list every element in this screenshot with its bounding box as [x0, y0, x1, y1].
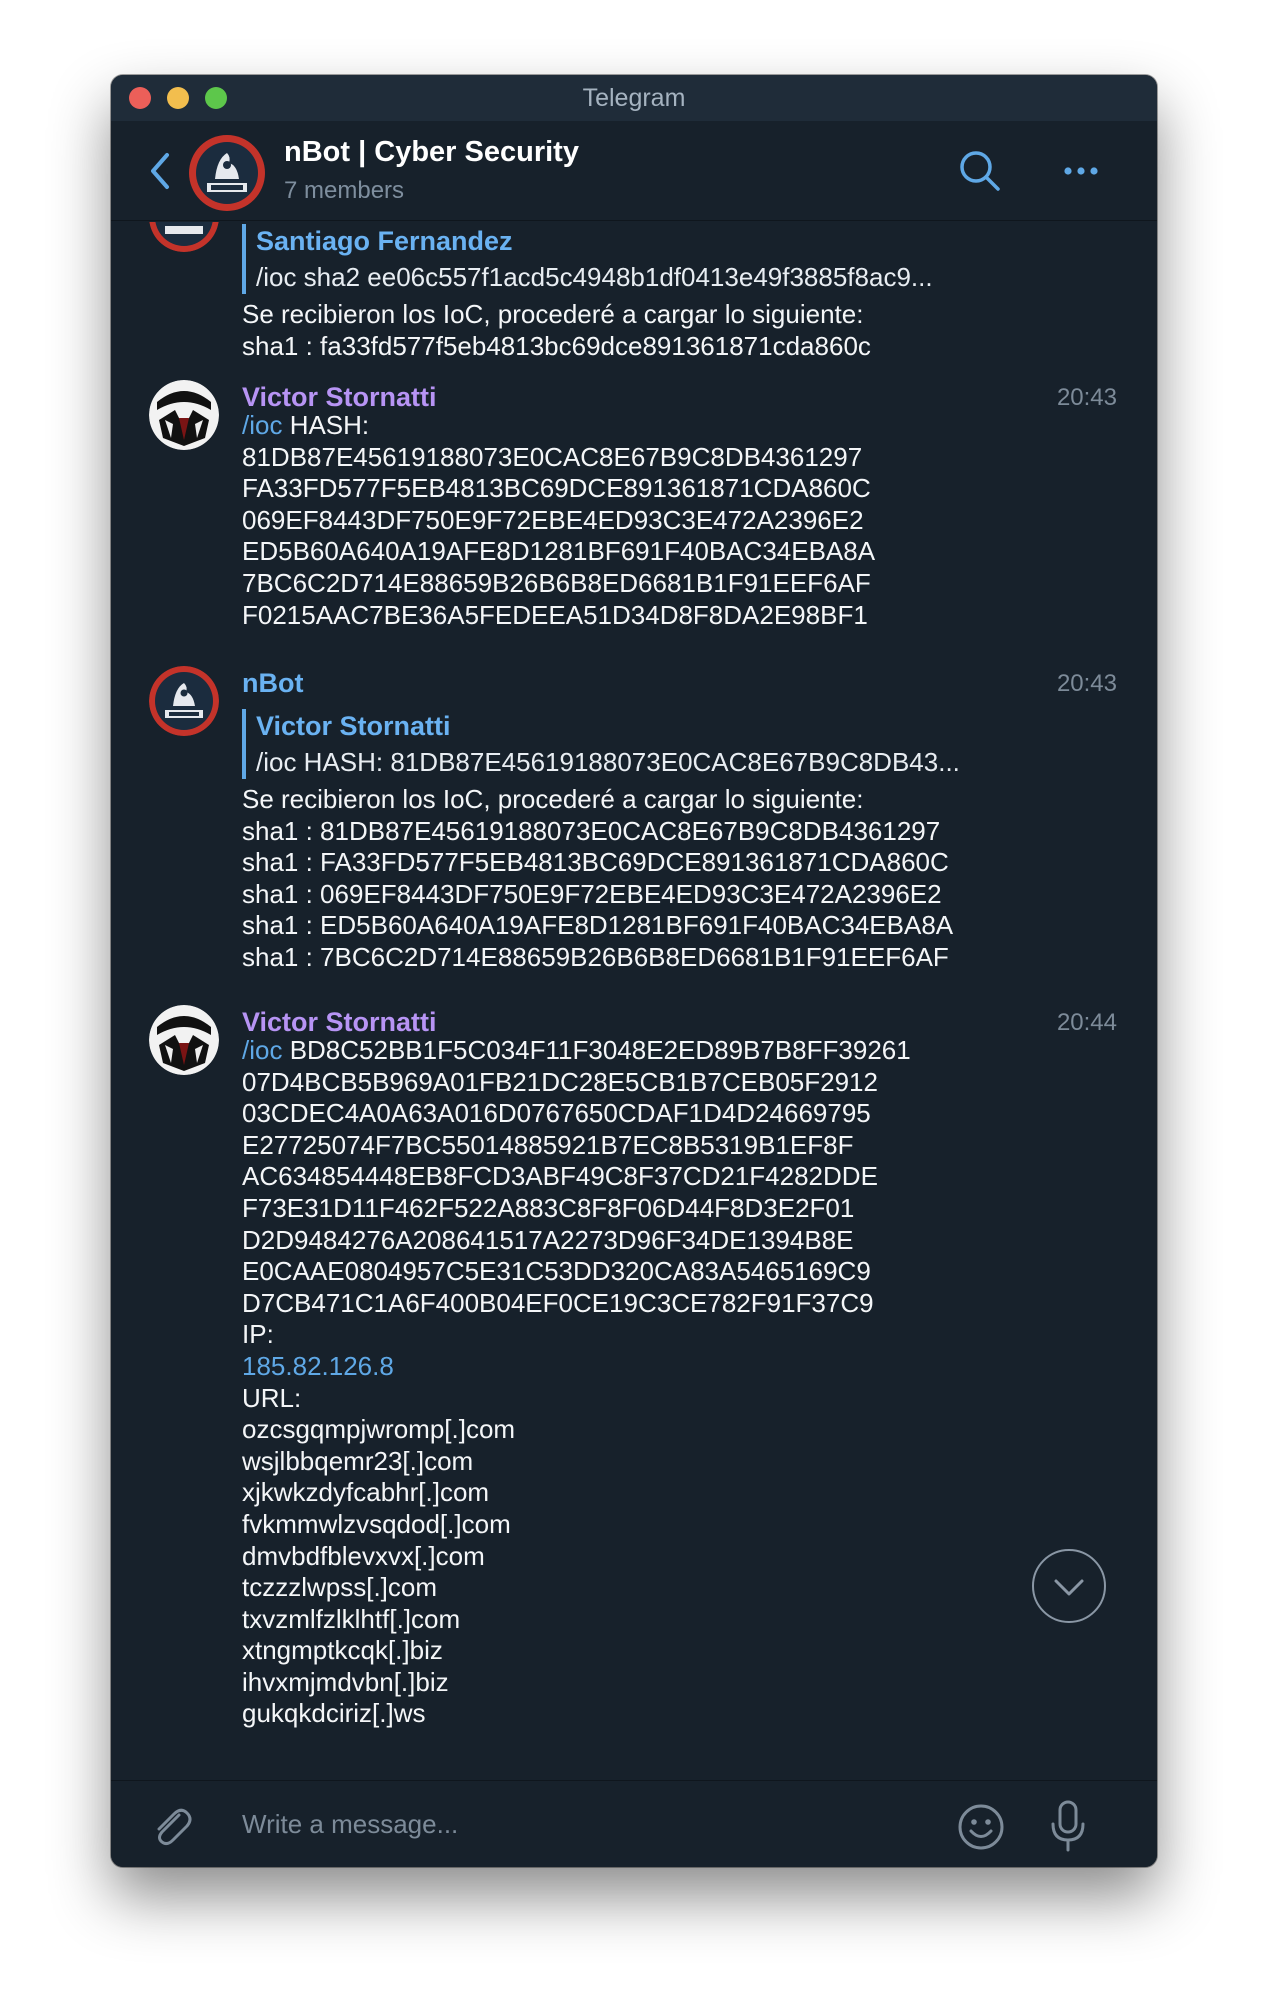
message-line: /ioc HASH:: [242, 410, 370, 440]
sender-name[interactable]: Victor Stornatti: [242, 382, 437, 413]
message-line: xjkwkzdyfcabhr[.]com: [242, 1477, 490, 1508]
message-line: sha1 : fa33fd577f5eb4813bc69dce891361871…: [242, 330, 871, 361]
message-text: /ioc HASH: 81DB87E45619188073E0CAC8E67B9…: [242, 410, 875, 631]
message-line: ihvxmjmdvbn[.]biz: [242, 1666, 449, 1697]
message-line: dmvbdfblevxvx[.]com: [242, 1540, 485, 1571]
message-input[interactable]: [242, 1799, 882, 1849]
message-line: wsjlbbqemr23[.]com: [242, 1445, 474, 1476]
message-line: gukqkdciriz[.]ws: [242, 1698, 426, 1729]
message-line: F73E31D11F462F522A883C8F8F06D44F8D3E2F01: [242, 1192, 855, 1223]
scroll-to-bottom-button[interactable]: [1032, 1549, 1106, 1623]
message-line: 07D4BCB5B969A01FB21DC28E5CB1B7CEB05F2912: [242, 1066, 878, 1097]
reply-text: /ioc sha2 ee06c557f1acd5c4948b1df0413e49…: [256, 262, 933, 292]
ip-link[interactable]: 185.82.126.8: [242, 1351, 394, 1381]
message-line: D2D9484276A208641517A2273D96F34DE1394B8E: [242, 1224, 854, 1255]
message[interactable]: Victor Stornatti 20:44 /ioc BD8C52BB1F5C…: [111, 1005, 1157, 1780]
message-line: FA33FD577F5EB4813BC69DCE891361871CDA860C: [242, 473, 871, 504]
reply-author: Victor Stornatti: [256, 711, 451, 741]
bot-command-link[interactable]: /ioc: [242, 1035, 282, 1065]
chevron-left-icon: [151, 153, 169, 189]
reply-text: /ioc HASH: 81DB87E45619188073E0CAC8E67B9…: [256, 747, 960, 777]
message[interactable]: Victor Stornatti 20:43 /ioc HASH: 81DB87…: [111, 380, 1157, 630]
reply-quote[interactable]: Santiago Fernandez /ioc sha2 ee06c557f1a…: [242, 224, 1002, 294]
voice-message-button[interactable]: [1047, 1799, 1089, 1853]
message-text: Se recibieron los IoC, procederé a carga…: [242, 784, 953, 974]
attach-button[interactable]: [147, 1801, 195, 1849]
sender-name[interactable]: Victor Stornatti: [242, 1007, 437, 1038]
message-composer: [111, 1780, 1157, 1867]
message-line: E0CAAE0804957C5E31C53DD320CA83A5465169C9: [242, 1256, 871, 1287]
message-line: Se recibieron los IoC, procederé a carga…: [242, 299, 864, 329]
emoji-button[interactable]: [956, 1802, 1006, 1852]
message-line: 81DB87E45619188073E0CAC8E67B9C8DB4361297: [242, 441, 863, 472]
message-line: sha1 : FA33FD577F5EB4813BC69DCE891361871…: [242, 847, 949, 878]
message-text: Se recibieron los IoC, procederé a carga…: [242, 299, 871, 362]
more-horizontal-icon: [1064, 167, 1098, 175]
message-line: ED5B60A640A19AFE8D1281BF691F40BAC34EBA8A: [242, 536, 876, 567]
sender-avatar[interactable]: [149, 1005, 219, 1075]
message-line: sha1 : 7BC6C2D714E88659B26B6B8ED6681B1F9…: [242, 941, 949, 972]
message-line: E27725074F7BC55014885921B7EC8B5319B1EF8F: [242, 1129, 854, 1160]
paperclip-icon: [157, 1808, 192, 1846]
more-button[interactable]: [1061, 151, 1101, 191]
message-line: tczzzlwpss[.]com: [242, 1572, 438, 1603]
message-time: 20:44: [1056, 1009, 1117, 1036]
smiley-icon: [958, 1804, 1004, 1850]
message-line: Se recibieron los IoC, procederé a carga…: [242, 784, 864, 814]
bot-command-link[interactable]: /ioc: [242, 410, 282, 440]
message-line: D7CB471C1A6F400B04EF0CE19C3CE782F91F37C9: [242, 1287, 874, 1318]
search-button[interactable]: [957, 148, 1003, 194]
back-button[interactable]: [147, 151, 173, 191]
sender-name[interactable]: nBot: [242, 668, 303, 699]
message-line: 185.82.126.8: [242, 1351, 911, 1383]
chevron-down-icon: [1054, 1579, 1084, 1596]
chat-header: nBot | Cyber Security 7 members: [111, 121, 1157, 221]
search-icon: [960, 151, 1000, 191]
sender-avatar[interactable]: [149, 222, 219, 252]
message-line: xtngmptkcqk[.]biz: [242, 1635, 443, 1666]
message-time: 20:43: [1056, 384, 1117, 411]
reply-author: Santiago Fernandez: [256, 226, 513, 256]
sender-avatar[interactable]: [149, 666, 219, 736]
members-count: 7 members: [284, 177, 405, 204]
message-line: 7BC6C2D714E88659B26B6B8ED6681B1F91EEF6AF: [242, 567, 871, 598]
message-line: /ioc BD8C52BB1F5C034F11F3048E2ED89B7B8FF…: [242, 1035, 911, 1065]
message-line: AC634854448EB8FCD3ABF49C8F37CD21F4282DDE: [242, 1161, 878, 1192]
message-line: ozcsgqmpjwromp[.]com: [242, 1414, 516, 1445]
message-line: F0215AAC7BE36A5FEDEEA51D34D8F8DA2E98BF1: [242, 599, 868, 630]
chat-name[interactable]: nBot | Cyber Security: [284, 136, 579, 169]
message[interactable]: nBot 20:43 Victor Stornatti /ioc HASH: 8…: [111, 666, 1157, 972]
window-title: Telegram: [582, 84, 686, 112]
message-line: sha1 : 81DB87E45619188073E0CAC8E67B9C8DB…: [242, 815, 941, 846]
message-line: URL:: [242, 1382, 302, 1413]
message-line: IP:: [242, 1319, 274, 1350]
message-line: sha1 : ED5B60A640A19AFE8D1281BF691F40BAC…: [242, 910, 954, 941]
message-line: fvkmmwlzvsqdod[.]com: [242, 1508, 511, 1539]
microphone-icon: [1051, 1800, 1085, 1852]
chat-avatar[interactable]: [189, 135, 265, 211]
message-list[interactable]: Santiago Fernandez /ioc sha2 ee06c557f1a…: [111, 222, 1157, 1780]
message-line: sha1 : 069EF8443DF750E9F72EBE4ED93C3E472…: [242, 878, 942, 909]
title-bar: Telegram: [111, 75, 1157, 121]
reply-quote[interactable]: Victor Stornatti /ioc HASH: 81DB87E45619…: [242, 709, 1002, 779]
message-time: 20:43: [1056, 670, 1117, 697]
message-line: 069EF8443DF750E9F72EBE4ED93C3E472A2396E2: [242, 504, 864, 535]
sender-avatar[interactable]: [149, 380, 219, 450]
message[interactable]: Santiago Fernandez /ioc sha2 ee06c557f1a…: [111, 222, 1157, 372]
message-line: txvzmlfzlklhtf[.]com: [242, 1603, 461, 1634]
message-text: /ioc BD8C52BB1F5C034F11F3048E2ED89B7B8FF…: [242, 1035, 911, 1730]
message-line: 03CDEC4A0A63A016D0767650CDAF1D4D24669795: [242, 1098, 871, 1129]
telegram-window: Telegram nBot | Cyber Security 7 members: [111, 75, 1157, 1867]
